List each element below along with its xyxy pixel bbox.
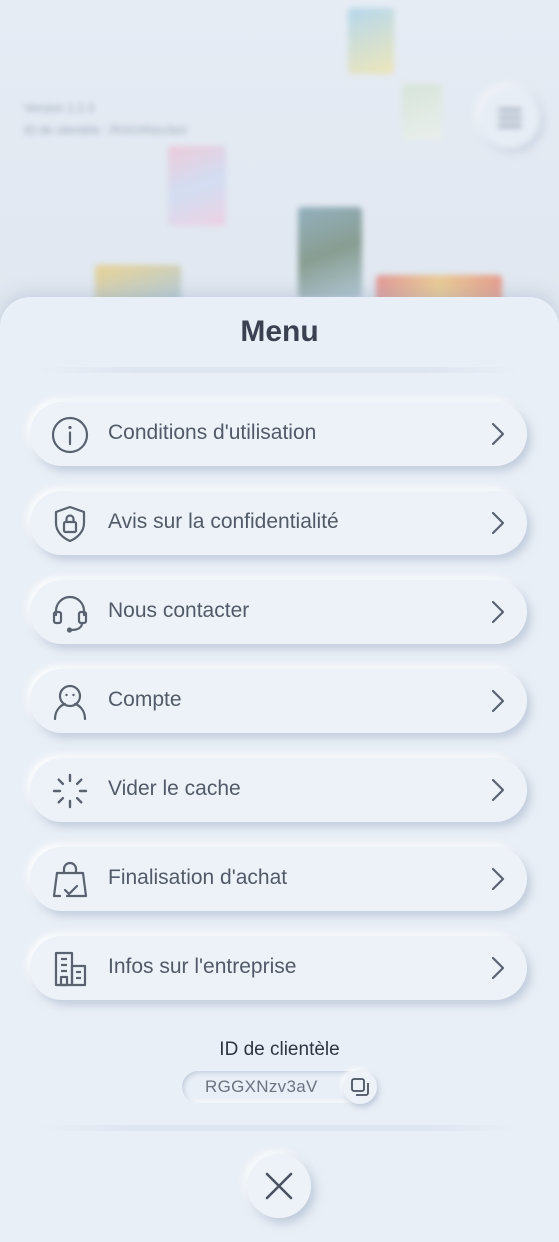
customer-id-field: RGGXNzv3aV [182,1070,377,1104]
chevron-right-icon [491,689,505,713]
copy-button[interactable] [343,1070,377,1104]
chevron-right-icon [491,867,505,891]
customer-id-label: ID de clientèle [219,1039,340,1060]
menu-title: Menu [240,315,319,348]
background-card [168,146,226,226]
background-card [298,207,362,299]
menu-item-clear-cache[interactable]: Vider le cache [30,758,527,822]
menu-item-label: Avis sur la confidentialité [108,510,339,533]
hamburger-icon [498,108,522,128]
menu-item-label: Finalisation d'achat [108,866,288,889]
menu-item-label: Nous contacter [108,599,250,622]
background-customer-id-text: ID de clientèle : RGGXNzv3aV [24,123,188,137]
menu-item-contact[interactable]: Nous contacter [30,580,527,644]
menu-sheet: Menu Conditions d'utilisation Avis sur l… [0,297,559,1242]
user-icon [50,682,90,722]
headset-icon [50,593,90,633]
background-blur-layer: Version 1.2.3 ID de clientèle : RGGXNzv3… [0,0,559,320]
menu-item-company-info[interactable]: Infos sur l'entreprise [30,936,527,1000]
divider [40,1125,519,1131]
background-app: Version 1.2.3 ID de clientèle : RGGXNzv3… [0,0,559,320]
building-icon [50,949,90,989]
chevron-right-icon [491,956,505,980]
info-icon [50,415,90,455]
chevron-right-icon [491,600,505,624]
background-menu-button [480,88,540,148]
background-version-text: Version 1.2.3 [24,101,95,115]
menu-item-label: Vider le cache [108,777,241,800]
background-card [402,84,442,140]
menu-item-checkout[interactable]: Finalisation d'achat [30,847,527,911]
menu-item-account[interactable]: Compte [30,669,527,733]
close-icon [265,1172,293,1200]
menu-item-label: Infos sur l'entreprise [108,955,297,978]
menu-item-label: Conditions d'utilisation [108,421,317,444]
chevron-right-icon [491,511,505,535]
chevron-right-icon [491,422,505,446]
shield-lock-icon [50,504,90,544]
menu-item-label: Compte [108,688,182,711]
customer-id-value: RGGXNzv3aV [205,1077,318,1096]
shopping-bag-check-icon [50,860,90,900]
menu-item-privacy[interactable]: Avis sur la confidentialité [30,491,527,555]
menu-item-terms[interactable]: Conditions d'utilisation [30,402,527,466]
copy-icon [351,1078,369,1096]
close-button[interactable] [247,1154,311,1218]
loading-spinner-icon [50,771,90,811]
chevron-right-icon [491,778,505,802]
background-card [348,8,394,74]
background-info: Version 1.2.3 ID de clientèle : RGGXNzv3… [24,97,187,141]
divider [40,367,519,373]
